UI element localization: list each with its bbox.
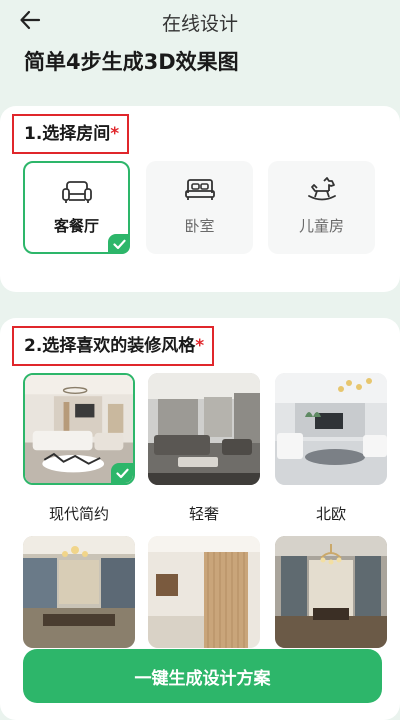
rocking-horse-icon xyxy=(307,177,336,201)
style-preview-image xyxy=(23,536,135,648)
style-section-title: 2.选择喜欢的装修风格* xyxy=(12,326,215,366)
required-mark: * xyxy=(110,124,120,144)
style-option-label: 轻奢 xyxy=(188,505,219,523)
generate-design-button[interactable]: 一键生成设计方案 xyxy=(23,649,382,703)
room-option-label: 儿童房 xyxy=(298,217,344,235)
style-option-6[interactable] xyxy=(275,536,387,648)
style-option-nordic[interactable] xyxy=(275,373,387,485)
page-title: 在线设计 xyxy=(161,13,238,35)
room-option-living-dining[interactable]: 客餐厅 xyxy=(23,161,130,254)
selected-check-badge xyxy=(108,234,130,254)
style-preview-image xyxy=(275,536,387,648)
room-option-label: 卧室 xyxy=(184,217,215,235)
room-option-kids-room[interactable]: 儿童房 xyxy=(268,161,375,254)
style-section-title-text: 2.选择喜欢的装修风格 xyxy=(24,336,196,356)
top-bar: 在线设计 xyxy=(0,0,400,44)
checkmark-icon xyxy=(112,239,126,249)
style-preview-image xyxy=(148,536,260,648)
style-preview-image xyxy=(148,373,260,485)
room-option-label: 客餐厅 xyxy=(53,217,99,235)
style-option-label: 北欧 xyxy=(315,505,346,523)
required-mark: * xyxy=(195,336,205,356)
style-preview-image xyxy=(275,373,387,485)
style-option-label: 现代简约 xyxy=(48,505,109,523)
room-option-bedroom[interactable]: 卧室 xyxy=(146,161,253,254)
checkmark-icon xyxy=(115,468,129,478)
sofa-icon xyxy=(61,181,92,203)
room-section-card: 1.选择房间* 客餐厅 卧室 儿童房 xyxy=(0,106,400,292)
selected-check-badge xyxy=(111,463,133,483)
style-option-light-luxury[interactable] xyxy=(148,373,260,485)
style-option-modern-minimal[interactable] xyxy=(23,373,135,485)
page-heading: 简单4步生成3D效果图 xyxy=(24,50,239,74)
style-option-4[interactable] xyxy=(23,536,135,648)
style-option-5[interactable] xyxy=(148,536,260,648)
bed-icon xyxy=(184,179,215,200)
room-section-title: 1.选择房间* xyxy=(12,114,130,154)
room-section-title-text: 1.选择房间 xyxy=(24,124,111,144)
